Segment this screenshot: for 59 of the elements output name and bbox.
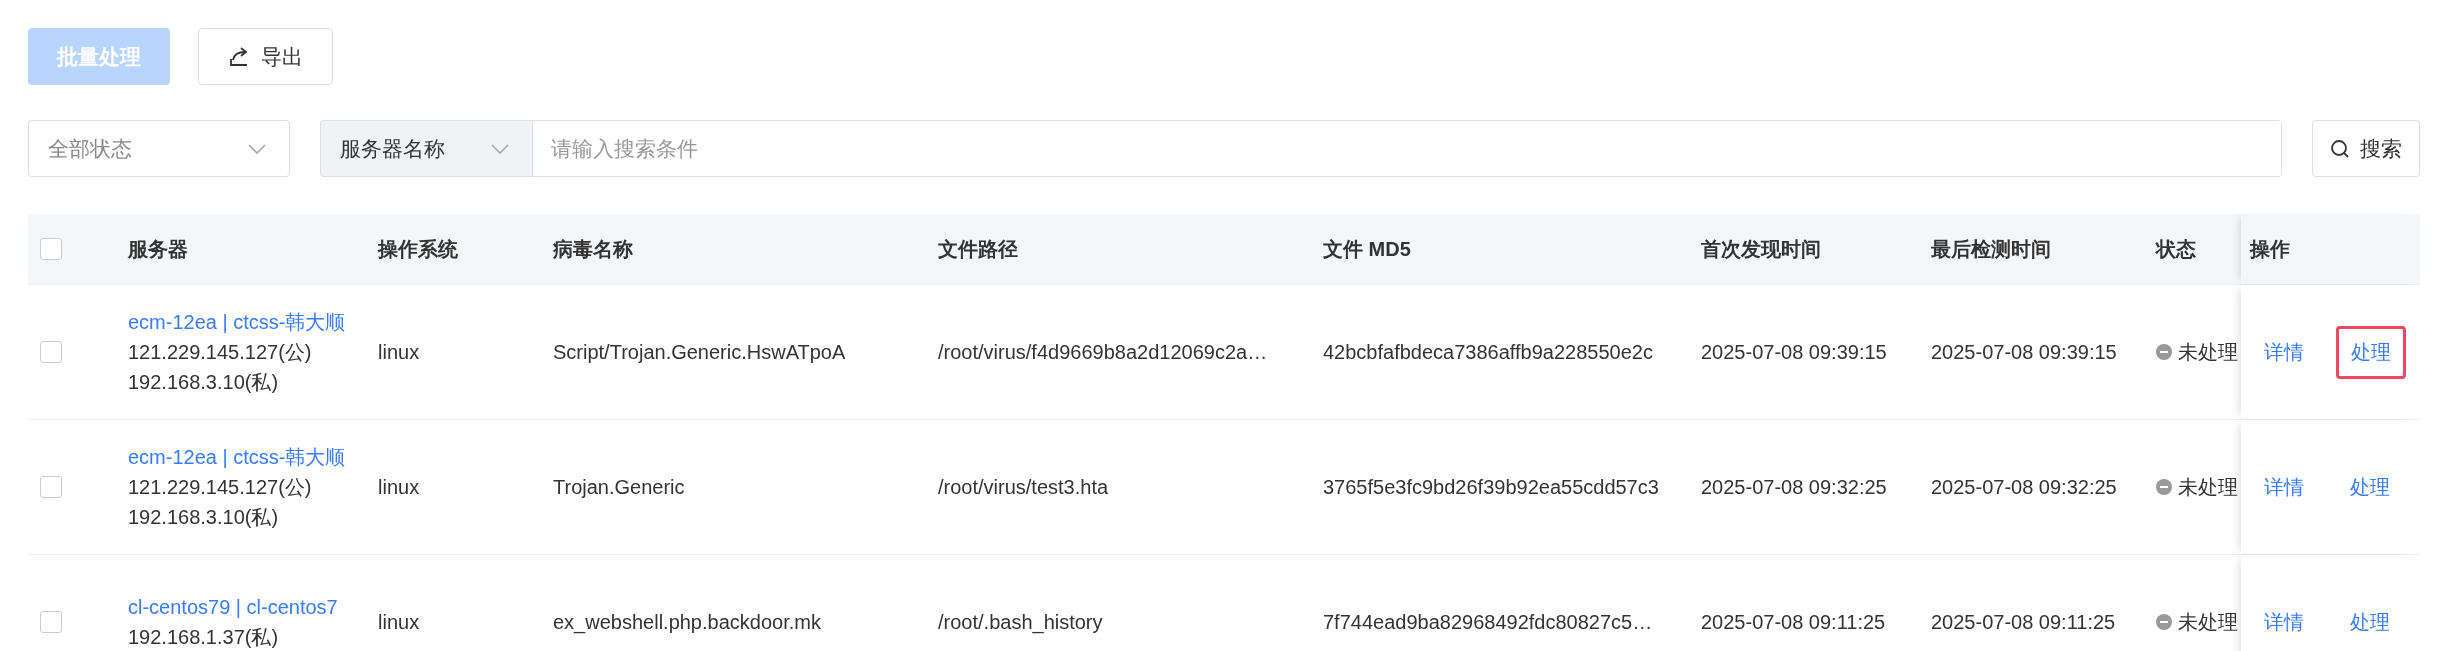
status-icon [2156, 614, 2172, 630]
table-cell: 3765f5e3fc9bd26f39b92ea55cdd57c3 [1323, 476, 1659, 498]
status-text: 未处理 [2178, 339, 2238, 365]
column-header: 病毒名称 [552, 237, 634, 262]
action-link[interactable]: 处理 [2336, 325, 2406, 379]
server-link[interactable]: ecm-12ea | ctcss-韩大顺 [128, 307, 360, 337]
table-cell: 2025-07-08 09:11:25 [1701, 611, 1886, 633]
export-button[interactable]: 导出 [198, 28, 333, 85]
status-text: 未处理 [2178, 609, 2238, 635]
column-header: 文件 MD5 [1322, 237, 1412, 262]
ip-address: 192.168.3.10(私) [128, 505, 280, 530]
table-cell: 2025-07-08 09:32:25 [1701, 476, 1887, 498]
select-all-checkbox[interactable] [40, 238, 62, 260]
column-header: 操作系统 [376, 237, 459, 262]
search-field[interactable]: 请输入搜索条件 [532, 120, 2282, 177]
column-header: 状态 [2154, 237, 2197, 262]
table-cell: Trojan.Generic [553, 476, 685, 498]
action-link[interactable]: 处理 [2336, 596, 2404, 648]
chevron-down-icon [247, 142, 267, 155]
table-cell: 2025-07-08 09:39:15 [1931, 341, 2117, 363]
chevron-down-icon [490, 142, 510, 155]
status-icon [2156, 479, 2172, 495]
server-link[interactable]: cl-centos79 | cl-centos7 [128, 592, 360, 622]
table-cell: /root/virus/test3.hta [938, 476, 1109, 498]
column-header: 操作 [2250, 236, 2290, 262]
ip-address: 192.168.3.10(私) [128, 370, 280, 395]
column-header: 文件路径 [937, 237, 1019, 262]
row-checkbox[interactable] [40, 476, 62, 498]
action-link[interactable]: 详情 [2250, 461, 2318, 513]
search-button[interactable]: 搜索 [2312, 120, 2420, 177]
table-cell: linux [378, 341, 420, 363]
field-select[interactable]: 服务器名称 [320, 120, 532, 177]
table-cell: linux [378, 611, 420, 633]
status-text: 未处理 [2178, 474, 2238, 500]
status-icon [2156, 344, 2172, 360]
table-cell: /root/.bash_history [938, 611, 1103, 633]
table-cell: 2025-07-08 09:39:15 [1701, 341, 1887, 363]
column-header: 首次发现时间 [1700, 237, 1822, 262]
action-link[interactable]: 处理 [2336, 461, 2404, 513]
row-checkbox[interactable] [40, 611, 62, 633]
table-cell: Script/Trojan.Generic.HswATpoA [553, 341, 846, 363]
row-checkbox[interactable] [40, 341, 62, 363]
table-cell: ex_webshell.php.backdoor.mk [553, 611, 821, 633]
column-header: 最后检测时间 [1930, 237, 2052, 262]
action-link[interactable]: 详情 [2250, 596, 2318, 648]
table-cell: 42bcbfafbdeca7386affb9a228550e2c [1323, 341, 1653, 363]
status-select[interactable]: 全部状态 [28, 120, 290, 177]
column-header: 服务器 [126, 237, 189, 262]
table-cell: 2025-07-08 09:32:25 [1931, 476, 2117, 498]
table-cell: 7f744ead9ba82968492fdc80827c5… [1323, 611, 1653, 633]
ip-address: 192.168.1.37(私) [128, 625, 280, 650]
table-cell: /root/virus/f4d9669b8a2d12069c2a… [938, 341, 1268, 363]
table-cell: 2025-07-08 09:11:25 [1931, 611, 2116, 633]
table-cell: linux [378, 476, 420, 498]
server-link[interactable]: ecm-12ea | ctcss-韩大顺 [128, 442, 360, 472]
ip-address: 121.229.145.127(公) [128, 340, 313, 365]
action-link[interactable]: 详情 [2250, 326, 2318, 378]
ip-address: 121.229.145.127(公) [128, 475, 313, 500]
search-icon [2330, 138, 2350, 159]
